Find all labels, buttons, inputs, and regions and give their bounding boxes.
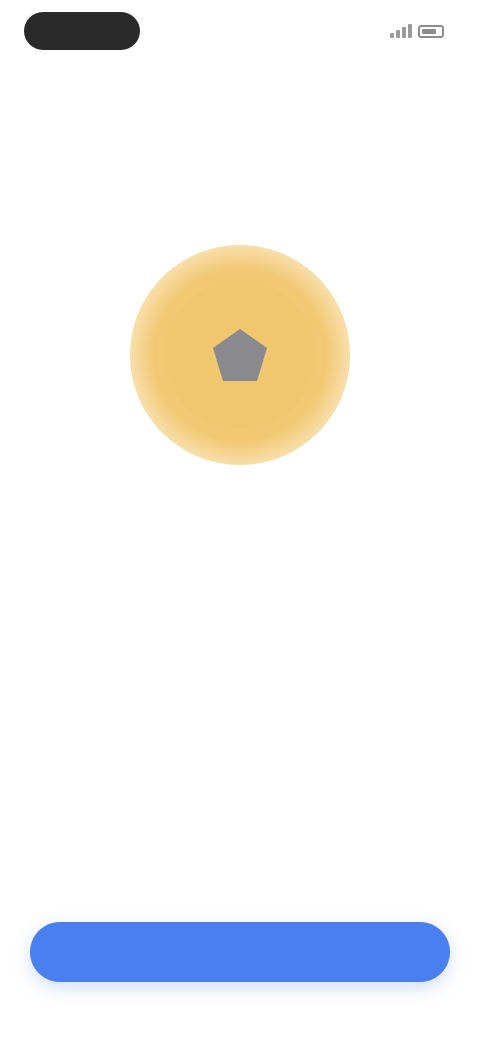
signal-bars-icon [390,24,412,38]
hero-badge [130,245,350,465]
status-pill [24,12,140,50]
hero-badge-inner [165,280,315,430]
battery-icon [418,24,444,38]
status-bar [0,0,480,64]
status-indicators [390,20,444,42]
primary-button[interactable] [30,922,450,982]
pentagon-badge-icon [211,327,269,383]
screen [0,0,480,1040]
